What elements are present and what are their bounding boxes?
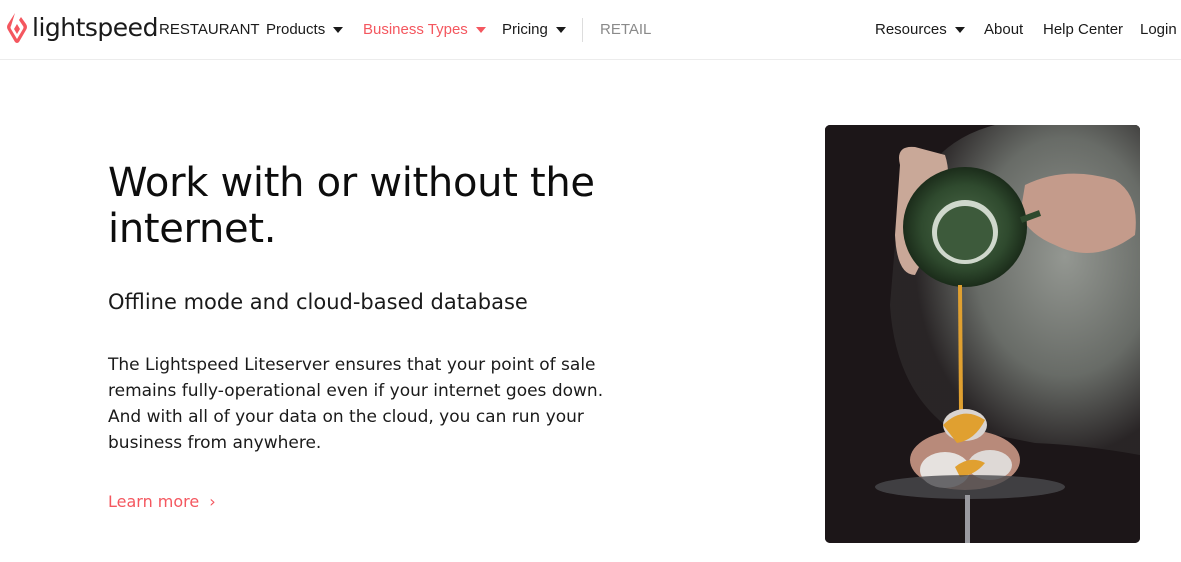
caret-down-icon [333,27,344,33]
chevron-right-icon: › [209,492,216,511]
flame-logo-icon [7,13,27,43]
caret-down-icon [954,27,965,33]
pouring-sauce-photo [825,125,1140,543]
nav-about-label: About [984,21,1024,38]
nav-login[interactable]: Login [1140,0,1177,60]
hero-image [825,125,1140,543]
nav-pricing-label: Pricing [502,21,548,38]
nav-pricing[interactable]: Pricing [502,0,566,60]
nav-products-label: Products [266,21,326,38]
learn-more-label: Learn more [108,492,200,511]
hero-title: Work with or without the internet. [108,160,595,252]
nav-help-center-label: Help Center [1043,21,1124,38]
nav-help-center[interactable]: Help Center [1043,0,1123,60]
hero-subtitle: Offline mode and cloud-based database [108,290,528,314]
nav-divider [582,18,583,42]
nav-login-label: Login [1140,21,1177,38]
nav-resources-label: Resources [875,21,947,38]
nav-restaurant-label: RESTAURANT [159,21,260,38]
nav-resources[interactable]: Resources [875,0,965,60]
nav-products[interactable]: Products [266,0,344,60]
nav-business-types-label: Business Types [363,21,468,38]
caret-down-icon [555,27,566,33]
caret-down-icon [475,27,486,33]
top-navigation: lightspeed RESTAURANT Products Business … [0,0,1181,60]
hero-body-text: The Lightspeed Liteserver ensures that y… [108,355,604,453]
learn-more-link[interactable]: Learn more › [108,490,216,514]
nav-retail-label: RETAIL [600,21,652,38]
nav-restaurant[interactable]: RESTAURANT [159,0,260,60]
nav-retail[interactable]: RETAIL [600,0,651,60]
nav-business-types[interactable]: Business Types [363,0,486,60]
nav-about[interactable]: About [984,0,1023,60]
logo-wordmark: lightspeed [32,13,158,42]
lightspeed-logo[interactable]: lightspeed [6,12,158,44]
